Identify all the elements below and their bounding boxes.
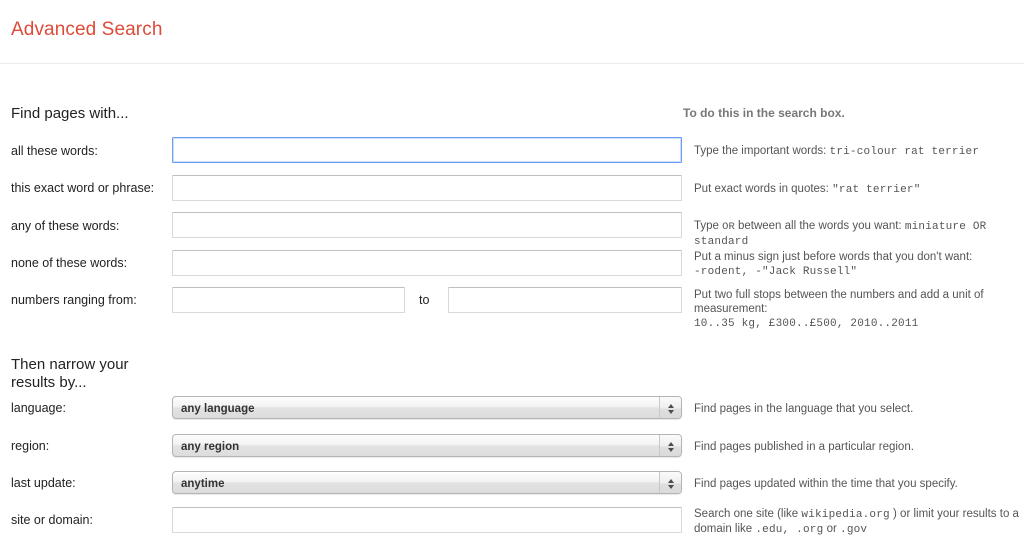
select-region[interactable]: any region [172, 434, 682, 457]
label-any-of-these-words: any of these words: [11, 219, 120, 233]
chevron-down-icon [667, 447, 674, 452]
chevron-up-icon [667, 441, 674, 446]
help-example-mono: wikipedia.org [801, 509, 890, 521]
label-exact-word-or-phrase: this exact word or phrase: [11, 181, 155, 195]
help-none-of-these-words: Put a minus sign just before words that … [694, 250, 1024, 279]
input-all-these-words[interactable] [172, 137, 682, 163]
help-text: Type the important words: [694, 145, 827, 157]
help-region: Find pages published in a particular reg… [694, 441, 914, 453]
select-last-update-value: anytime [181, 477, 225, 490]
find-pages-with-heading: Find pages with... [11, 105, 129, 122]
input-site-or-domain[interactable] [172, 507, 682, 533]
help-language: Find pages in the language that you sele… [694, 403, 914, 415]
help-example-mono: 10..35 kg, £300..£500, 2010..2011 [694, 318, 919, 330]
help-all-these-words: Type the important words: tri-colour rat… [694, 144, 1024, 159]
select-language[interactable]: any language [172, 396, 682, 419]
input-numbers-range-to[interactable] [448, 287, 682, 313]
range-separator-label: to [419, 293, 430, 307]
help-text-mid-2: or [826, 523, 837, 535]
help-text: Put exact words in quotes: [694, 183, 829, 195]
label-numbers-ranging-from: numbers ranging from: [11, 293, 137, 307]
label-language: language: [11, 401, 66, 415]
help-last-update: Find pages updated within the time that … [694, 478, 958, 490]
help-text: Put two full stops between the numbers a… [694, 289, 984, 315]
updown-arrows-icon[interactable] [659, 397, 681, 418]
select-language-value: any language [181, 402, 255, 415]
help-example-mono-2: .edu, .org [755, 524, 824, 536]
help-example-mono: "rat terrier" [832, 184, 921, 196]
chevron-down-icon [667, 484, 674, 489]
updown-arrows-icon[interactable] [659, 435, 681, 456]
search-box-hint-heading: To do this in the search box. [683, 106, 845, 120]
narrow-results-heading: Then narrow your results by... [11, 356, 129, 391]
input-exact-word-or-phrase[interactable] [172, 175, 682, 201]
label-none-of-these-words: none of these words: [11, 256, 128, 270]
help-text: Type [694, 220, 719, 232]
help-example-mono: tri-colour rat terrier [829, 146, 980, 158]
page-title: Advanced Search [11, 19, 163, 40]
input-numbers-range-from[interactable] [172, 287, 405, 313]
chevron-down-icon [667, 409, 674, 414]
help-text: Put a minus sign just before words that … [694, 251, 973, 263]
chevron-up-icon [667, 403, 674, 408]
help-text: Search one site (like [694, 508, 799, 520]
label-region: region: [11, 439, 50, 453]
label-last-update: last update: [11, 476, 76, 490]
help-text-mid: between all the words you want: [737, 220, 902, 232]
input-none-of-these-words[interactable] [172, 250, 682, 276]
label-all-these-words: all these words: [11, 144, 98, 158]
help-exact-word-or-phrase: Put exact words in quotes: "rat terrier" [694, 182, 1024, 197]
help-operator-or: OR [722, 221, 735, 233]
help-example-mono-3: .gov [840, 524, 868, 536]
help-numbers-ranging-from: Put two full stops between the numbers a… [694, 288, 1024, 331]
chevron-up-icon [667, 478, 674, 483]
page-header: Advanced Search [0, 0, 1024, 64]
label-site-or-domain: site or domain: [11, 513, 93, 527]
help-example-mono: -rodent, -"Jack Russell" [694, 266, 858, 278]
select-last-update[interactable]: anytime [172, 471, 682, 494]
select-region-value: any region [181, 440, 240, 453]
updown-arrows-icon[interactable] [659, 472, 681, 493]
help-any-of-these-words: Type OR between all the words you want: … [694, 219, 1024, 249]
help-site-or-domain: Search one site (like wikipedia.org ) or… [694, 507, 1024, 537]
input-any-of-these-words[interactable] [172, 212, 682, 238]
advanced-search-page: Advanced Search Find pages with... To do… [0, 0, 1024, 542]
